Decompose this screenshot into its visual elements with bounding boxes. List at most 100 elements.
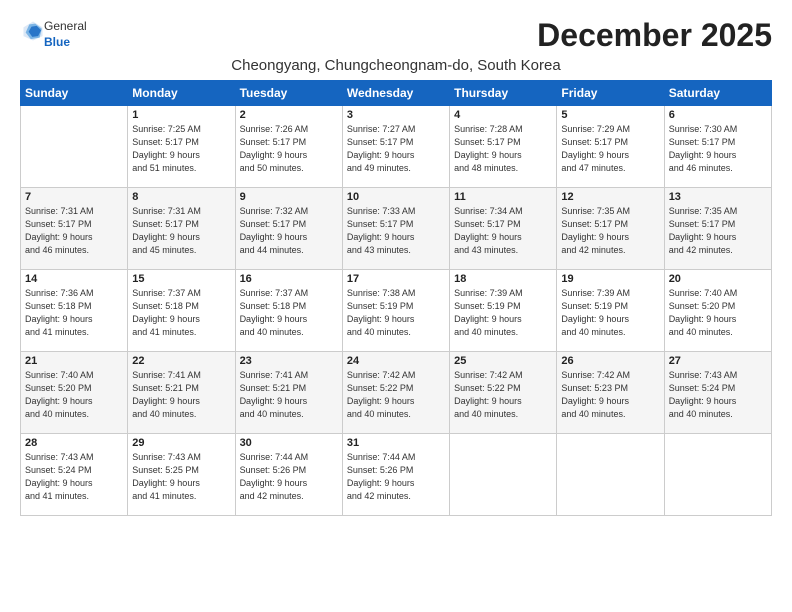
day-info: Sunrise: 7:33 AM Sunset: 5:17 PM Dayligh… xyxy=(347,205,445,257)
day-number: 16 xyxy=(240,273,338,285)
day-info: Sunrise: 7:40 AM Sunset: 5:20 PM Dayligh… xyxy=(669,287,767,339)
day-info: Sunrise: 7:32 AM Sunset: 5:17 PM Dayligh… xyxy=(240,205,338,257)
day-info: Sunrise: 7:25 AM Sunset: 5:17 PM Dayligh… xyxy=(132,123,230,175)
calendar-week-row: 28 Sunrise: 7:43 AM Sunset: 5:24 PM Dayli… xyxy=(21,434,772,516)
day-number: 29 xyxy=(132,437,230,449)
calendar-cell: 1 Sunrise: 7:25 AM Sunset: 5:17 PM Daylig… xyxy=(128,106,235,188)
day-number: 25 xyxy=(454,355,552,367)
day-number: 11 xyxy=(454,191,552,203)
calendar-cell: 16 Sunrise: 7:37 AM Sunset: 5:18 PM Dayli… xyxy=(235,270,342,352)
day-number: 28 xyxy=(25,437,123,449)
calendar-week-row: 7 Sunrise: 7:31 AM Sunset: 5:17 PM Daylig… xyxy=(21,188,772,270)
location-subtitle: Cheongyang, Chungcheongnam-do, South Kor… xyxy=(20,57,772,74)
calendar-cell: 5 Sunrise: 7:29 AM Sunset: 5:17 PM Daylig… xyxy=(557,106,664,188)
day-info: Sunrise: 7:31 AM Sunset: 5:17 PM Dayligh… xyxy=(25,205,123,257)
day-info: Sunrise: 7:42 AM Sunset: 5:22 PM Dayligh… xyxy=(347,369,445,421)
day-info: Sunrise: 7:39 AM Sunset: 5:19 PM Dayligh… xyxy=(561,287,659,339)
calendar-cell: 14Sunrise: 7:36 AM Sunset: 5:18 PM Dayli… xyxy=(21,270,128,352)
day-info: Sunrise: 7:38 AM Sunset: 5:19 PM Dayligh… xyxy=(347,287,445,339)
day-number: 12 xyxy=(561,191,659,203)
day-info: Sunrise: 7:44 AM Sunset: 5:26 PM Dayligh… xyxy=(240,451,338,503)
day-info: Sunrise: 7:28 AM Sunset: 5:17 PM Dayligh… xyxy=(454,123,552,175)
calendar-cell: 2 Sunrise: 7:26 AM Sunset: 5:17 PM Daylig… xyxy=(235,106,342,188)
calendar-cell: 28 Sunrise: 7:43 AM Sunset: 5:24 PM Dayli… xyxy=(21,434,128,516)
day-info: Sunrise: 7:42 AM Sunset: 5:22 PM Dayligh… xyxy=(454,369,552,421)
calendar-cell: 10 Sunrise: 7:33 AM Sunset: 5:17 PM Dayli… xyxy=(342,188,449,270)
calendar-cell xyxy=(21,106,128,188)
weekday-header: Monday xyxy=(128,81,235,106)
day-number: 7 xyxy=(25,191,123,203)
calendar-cell: 18Sunrise: 7:39 AM Sunset: 5:19 PM Dayli… xyxy=(450,270,557,352)
day-number: 17 xyxy=(347,273,445,285)
day-info: Sunrise: 7:41 AM Sunset: 5:21 PM Dayligh… xyxy=(132,369,230,421)
calendar-cell: 17 Sunrise: 7:38 AM Sunset: 5:19 PM Dayli… xyxy=(342,270,449,352)
weekday-header: Wednesday xyxy=(342,81,449,106)
day-number: 8 xyxy=(132,191,230,203)
calendar-week-row: 21 Sunrise: 7:40 AM Sunset: 5:20 PM Dayli… xyxy=(21,352,772,434)
calendar-week-row: 14Sunrise: 7:36 AM Sunset: 5:18 PM Dayli… xyxy=(21,270,772,352)
calendar-body: 1 Sunrise: 7:25 AM Sunset: 5:17 PM Daylig… xyxy=(21,106,772,516)
day-number: 20 xyxy=(669,273,767,285)
calendar-header: SundayMondayTuesdayWednesdayThursdayFrid… xyxy=(21,81,772,106)
logo-general: General xyxy=(44,19,87,33)
calendar-cell: 7 Sunrise: 7:31 AM Sunset: 5:17 PM Daylig… xyxy=(21,188,128,270)
calendar-cell: 12 Sunrise: 7:35 AM Sunset: 5:17 PM Dayli… xyxy=(557,188,664,270)
day-info: Sunrise: 7:30 AM Sunset: 5:17 PM Dayligh… xyxy=(669,123,767,175)
calendar-cell: 3Sunrise: 7:27 AM Sunset: 5:17 PM Daylig… xyxy=(342,106,449,188)
day-number: 24 xyxy=(347,355,445,367)
day-info: Sunrise: 7:34 AM Sunset: 5:17 PM Dayligh… xyxy=(454,205,552,257)
weekday-row: SundayMondayTuesdayWednesdayThursdayFrid… xyxy=(21,81,772,106)
day-info: Sunrise: 7:43 AM Sunset: 5:24 PM Dayligh… xyxy=(669,369,767,421)
day-info: Sunrise: 7:37 AM Sunset: 5:18 PM Dayligh… xyxy=(132,287,230,339)
calendar-week-row: 1 Sunrise: 7:25 AM Sunset: 5:17 PM Daylig… xyxy=(21,106,772,188)
weekday-header: Thursday xyxy=(450,81,557,106)
day-info: Sunrise: 7:35 AM Sunset: 5:17 PM Dayligh… xyxy=(561,205,659,257)
day-number: 15 xyxy=(132,273,230,285)
day-number: 9 xyxy=(240,191,338,203)
logo-icon xyxy=(22,20,44,42)
title-block: December 2025 xyxy=(537,18,772,53)
day-info: Sunrise: 7:36 AM Sunset: 5:18 PM Dayligh… xyxy=(25,287,123,339)
day-number: 3 xyxy=(347,109,445,121)
weekday-header: Saturday xyxy=(664,81,771,106)
calendar-cell xyxy=(664,434,771,516)
day-info: Sunrise: 7:41 AM Sunset: 5:21 PM Dayligh… xyxy=(240,369,338,421)
logo: General Blue xyxy=(20,18,87,49)
calendar-cell: 27 Sunrise: 7:43 AM Sunset: 5:24 PM Dayli… xyxy=(664,352,771,434)
calendar-cell: 25 Sunrise: 7:42 AM Sunset: 5:22 PM Dayli… xyxy=(450,352,557,434)
calendar-cell: 6 Sunrise: 7:30 AM Sunset: 5:17 PM Daylig… xyxy=(664,106,771,188)
day-number: 22 xyxy=(132,355,230,367)
calendar-cell: 30 Sunrise: 7:44 AM Sunset: 5:26 PM Dayli… xyxy=(235,434,342,516)
calendar-cell: 22 Sunrise: 7:41 AM Sunset: 5:21 PM Dayli… xyxy=(128,352,235,434)
day-number: 27 xyxy=(669,355,767,367)
day-number: 13 xyxy=(669,191,767,203)
calendar-cell: 20 Sunrise: 7:40 AM Sunset: 5:20 PM Dayli… xyxy=(664,270,771,352)
day-info: Sunrise: 7:40 AM Sunset: 5:20 PM Dayligh… xyxy=(25,369,123,421)
day-info: Sunrise: 7:37 AM Sunset: 5:18 PM Dayligh… xyxy=(240,287,338,339)
calendar-cell: 11 Sunrise: 7:34 AM Sunset: 5:17 PM Dayli… xyxy=(450,188,557,270)
logo-text: General Blue xyxy=(44,18,87,49)
day-number: 6 xyxy=(669,109,767,121)
day-info: Sunrise: 7:31 AM Sunset: 5:17 PM Dayligh… xyxy=(132,205,230,257)
day-info: Sunrise: 7:42 AM Sunset: 5:23 PM Dayligh… xyxy=(561,369,659,421)
day-number: 26 xyxy=(561,355,659,367)
day-number: 30 xyxy=(240,437,338,449)
day-number: 2 xyxy=(240,109,338,121)
day-number: 18 xyxy=(454,273,552,285)
calendar-cell xyxy=(557,434,664,516)
day-number: 31 xyxy=(347,437,445,449)
day-number: 1 xyxy=(132,109,230,121)
day-info: Sunrise: 7:43 AM Sunset: 5:24 PM Dayligh… xyxy=(25,451,123,503)
calendar-cell: 31 Sunrise: 7:44 AM Sunset: 5:26 PM Dayli… xyxy=(342,434,449,516)
day-number: 21 xyxy=(25,355,123,367)
day-info: Sunrise: 7:44 AM Sunset: 5:26 PM Dayligh… xyxy=(347,451,445,503)
day-number: 10 xyxy=(347,191,445,203)
calendar-cell: 9 Sunrise: 7:32 AM Sunset: 5:17 PM Daylig… xyxy=(235,188,342,270)
day-info: Sunrise: 7:26 AM Sunset: 5:17 PM Dayligh… xyxy=(240,123,338,175)
calendar-cell: 29Sunrise: 7:43 AM Sunset: 5:25 PM Dayli… xyxy=(128,434,235,516)
day-info: Sunrise: 7:29 AM Sunset: 5:17 PM Dayligh… xyxy=(561,123,659,175)
weekday-header: Friday xyxy=(557,81,664,106)
header: General Blue December 2025 xyxy=(20,18,772,53)
day-number: 5 xyxy=(561,109,659,121)
calendar-cell: 15 Sunrise: 7:37 AM Sunset: 5:18 PM Dayli… xyxy=(128,270,235,352)
